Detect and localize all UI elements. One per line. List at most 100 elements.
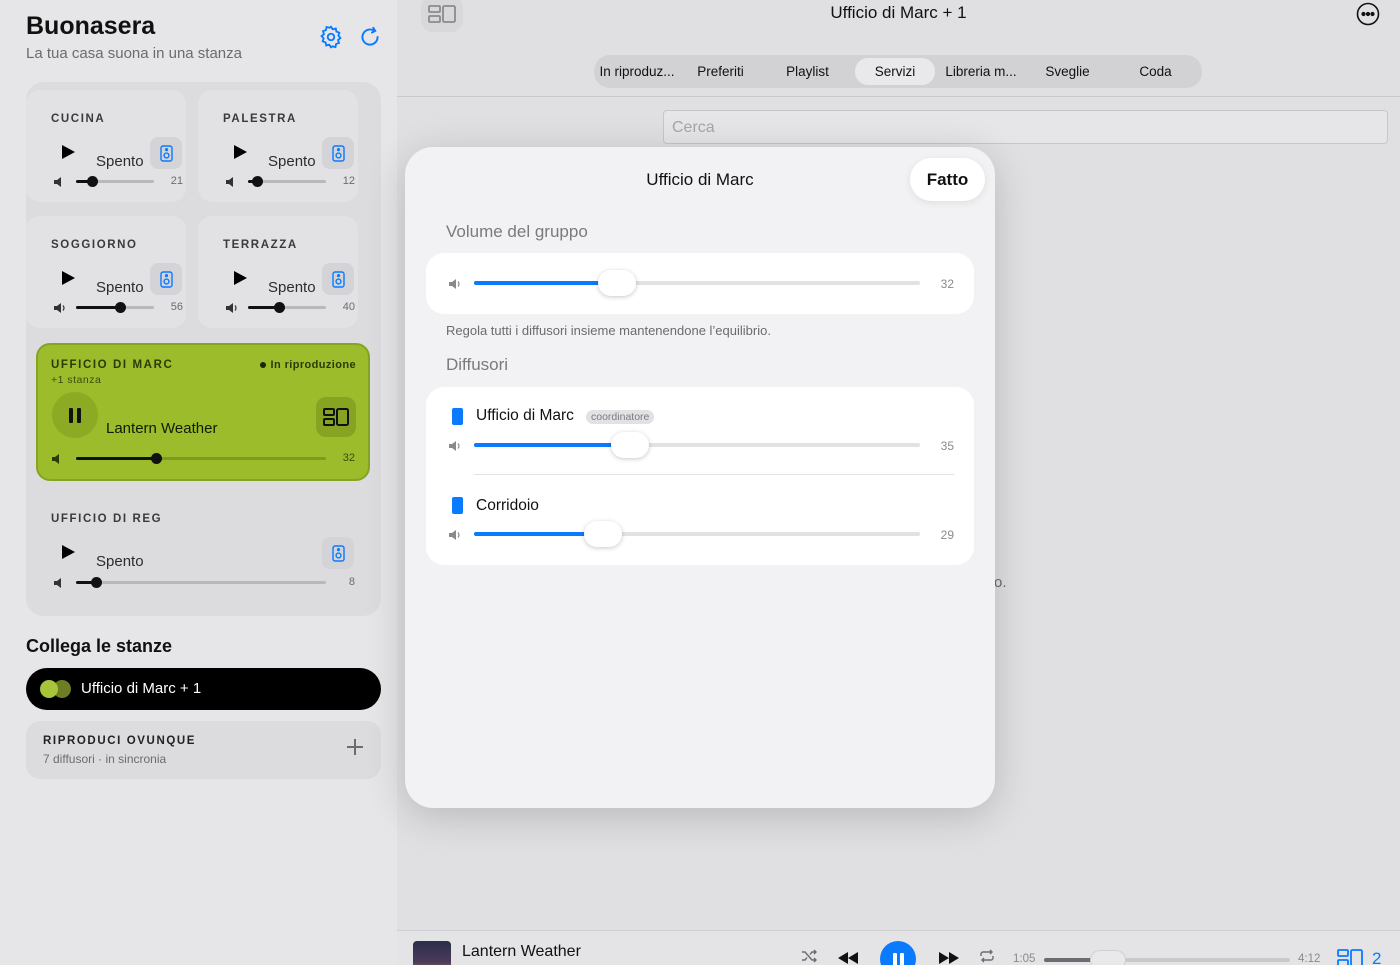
total-duration: 4:12: [1298, 953, 1321, 965]
play-everywhere-subtitle: 7 diffusori · in sincronia: [43, 752, 167, 766]
background-text-fragment: o.: [994, 574, 1007, 591]
group-volume-value: 32: [940, 277, 954, 291]
plus-icon[interactable]: [347, 739, 363, 755]
volume-icon: [225, 301, 239, 313]
play-everywhere-card[interactable]: RIPRODUCI OVUNQUE 7 diffusori · in sincr…: [26, 721, 381, 779]
volume-slider[interactable]: [248, 302, 326, 313]
room-name: SOGGIORNO: [51, 239, 138, 251]
group-color-dots-icon: [40, 680, 72, 698]
speaker-icon: [331, 270, 345, 288]
room-name: TERRAZZA: [223, 239, 298, 251]
linked-group-label: Ufficio di Marc + 1: [81, 680, 202, 697]
volume-value: 56: [170, 301, 183, 313]
room-card-ufficio-di-marc[interactable]: UFFICIO DI MARC +1 stanza In riproduzion…: [36, 343, 370, 481]
speaker-volume-value: 29: [940, 528, 954, 542]
speaker-name: Ufficio di Marc: [476, 407, 574, 424]
play-icon[interactable]: [234, 145, 248, 161]
room-extra-count: +1 stanza: [51, 374, 102, 386]
tab-libreria-musicale[interactable]: Libreria m...: [941, 58, 1021, 85]
volume-icon: [225, 175, 239, 187]
speaker-icon: [159, 270, 173, 288]
group-volume-caption: Regola tutti i diffusori insieme mantene…: [446, 323, 771, 338]
page-title: Ufficio di Marc + 1: [830, 3, 967, 22]
speaker-button[interactable]: [150, 263, 182, 295]
group-volume-heading: Volume del gruppo: [446, 222, 588, 241]
tab-in-riproduzione[interactable]: In riproduz...: [594, 58, 680, 85]
speaker-volume-slider[interactable]: [474, 521, 920, 547]
tab-preferiti[interactable]: Preferiti: [682, 58, 759, 85]
volume-slider[interactable]: [76, 176, 154, 187]
speaker-volume-slider[interactable]: [474, 432, 920, 458]
play-icon[interactable]: [62, 145, 76, 161]
linked-group-pill[interactable]: Ufficio di Marc + 1: [26, 668, 381, 710]
volume-slider[interactable]: [76, 453, 326, 464]
greeting-subtitle: La tua casa suona in una stanza: [26, 45, 242, 62]
room-status: Spento: [268, 153, 316, 170]
speaker-icon: [452, 408, 463, 425]
play-everywhere-title: RIPRODUCI OVUNQUE: [43, 735, 197, 747]
group-button[interactable]: [316, 397, 356, 437]
playback-progress-slider[interactable]: [1044, 950, 1290, 965]
pause-button[interactable]: [52, 392, 98, 438]
search-input[interactable]: Cerca: [663, 110, 1388, 144]
play-icon[interactable]: [234, 271, 248, 287]
next-track-icon[interactable]: [938, 951, 960, 965]
group-speaker-count[interactable]: 2: [1372, 949, 1381, 965]
tab-coda[interactable]: Coda: [1117, 58, 1194, 85]
room-card-soggiorno[interactable]: SOGGIORNO Spento 56: [26, 216, 186, 328]
volume-slider[interactable]: [76, 302, 154, 313]
speaker-icon: [452, 497, 463, 514]
room-card-palestra[interactable]: PALESTRA Spento 12: [198, 90, 358, 202]
active-track-title: Lantern Weather: [106, 420, 218, 437]
now-playing-label: In riproduzione: [270, 359, 356, 371]
volume-icon: [53, 175, 67, 187]
volume-value: 8: [348, 576, 355, 588]
album-art[interactable]: [413, 941, 451, 965]
header-divider: [397, 96, 1400, 97]
speaker-button[interactable]: [322, 263, 354, 295]
tab-sveglie[interactable]: Sveglie: [1029, 58, 1106, 85]
shuffle-icon[interactable]: [801, 949, 817, 963]
speaker-button[interactable]: [322, 137, 354, 169]
volume-icon: [51, 452, 65, 464]
volume-value: 21: [170, 175, 183, 187]
modal-title: Ufficio di Marc: [646, 170, 754, 189]
now-playing-bar: Lantern Weather 1:05 4:12 2: [397, 930, 1400, 965]
volume-icon: [53, 301, 67, 313]
play-pause-button[interactable]: [880, 941, 916, 965]
done-button[interactable]: Fatto: [910, 158, 985, 201]
group-icon[interactable]: [1337, 949, 1363, 965]
speaker-button[interactable]: [322, 537, 354, 569]
speaker-icon: [159, 144, 173, 162]
pause-icon: [892, 952, 904, 965]
group-volume-slider[interactable]: [474, 270, 920, 296]
speakers-card: Ufficio di Marc coordinatore 35 Corridoi…: [426, 387, 974, 565]
refresh-icon[interactable]: [357, 24, 383, 50]
more-options-icon[interactable]: [1356, 2, 1380, 26]
speaker-button[interactable]: [150, 137, 182, 169]
previous-track-icon[interactable]: [837, 951, 859, 965]
volume-slider[interactable]: [248, 176, 326, 187]
room-card-cucina[interactable]: CUCINA Spento 21: [26, 90, 186, 202]
room-name: PALESTRA: [223, 113, 297, 125]
tab-playlist[interactable]: Playlist: [769, 58, 846, 85]
group-icon: [323, 408, 349, 426]
volume-icon: [53, 576, 67, 588]
sidebar: Buonasera La tua casa suona in una stanz…: [0, 0, 397, 965]
room-status: Spento: [96, 153, 144, 170]
play-icon[interactable]: [62, 271, 76, 287]
repeat-icon[interactable]: [979, 949, 995, 963]
now-playing-title[interactable]: Lantern Weather: [462, 943, 581, 961]
volume-value: 32: [342, 452, 355, 464]
speaker-volume-value: 35: [940, 439, 954, 453]
search-placeholder: Cerca: [672, 119, 715, 136]
play-icon[interactable]: [62, 545, 76, 561]
volume-slider[interactable]: [76, 577, 326, 588]
room-card-terrazza[interactable]: TERRAZZA Spento 40: [198, 216, 358, 328]
gear-icon[interactable]: [318, 24, 344, 50]
now-playing-badge: In riproduzione: [259, 359, 356, 371]
room-card-ufficio-di-reg[interactable]: UFFICIO DI REG Spento 8: [26, 490, 381, 610]
room-name: CUCINA: [51, 113, 106, 125]
speaker-icon: [331, 544, 345, 562]
tab-servizi[interactable]: Servizi: [855, 58, 935, 85]
